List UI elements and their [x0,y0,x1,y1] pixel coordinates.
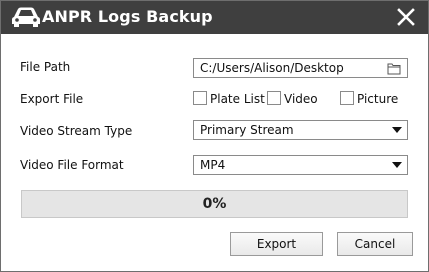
file-path-field[interactable]: C:/Users/Alison/Desktop [193,58,408,78]
car-icon [12,7,40,27]
video-file-format-label: Video File Format [20,158,124,172]
plate-list-checkbox[interactable] [193,91,207,105]
video-file-format-value: MP4 [200,158,226,172]
file-path-value: C:/Users/Alison/Desktop [200,61,344,75]
video-stream-type-label: Video Stream Type [20,124,133,138]
video-checkbox[interactable] [267,91,281,105]
export-file-label: Export File [20,92,84,106]
plate-list-label: Plate List [210,92,265,106]
video-stream-type-select[interactable]: Primary Stream [193,120,408,140]
export-button[interactable]: Export [230,232,323,256]
anpr-logs-backup-dialog: ANPR Logs Backup File Path C:/Users/Alis… [0,0,429,272]
picture-label: Picture [357,92,399,106]
file-path-label: File Path [20,60,71,74]
chevron-down-icon [392,162,402,168]
backup-progress-bar: 0% [21,190,408,218]
video-file-format-select[interactable]: MP4 [193,155,408,175]
cancel-button[interactable]: Cancel [337,232,413,256]
close-icon[interactable] [396,7,416,27]
dialog-title: ANPR Logs Backup [42,7,213,26]
video-stream-type-value: Primary Stream [200,123,294,137]
folder-icon[interactable] [386,61,402,76]
video-label: Video [284,92,318,106]
progress-percent: 0% [202,196,227,212]
dialog-titlebar[interactable]: ANPR Logs Backup [1,1,428,34]
picture-checkbox[interactable] [340,91,354,105]
chevron-down-icon [392,127,402,133]
